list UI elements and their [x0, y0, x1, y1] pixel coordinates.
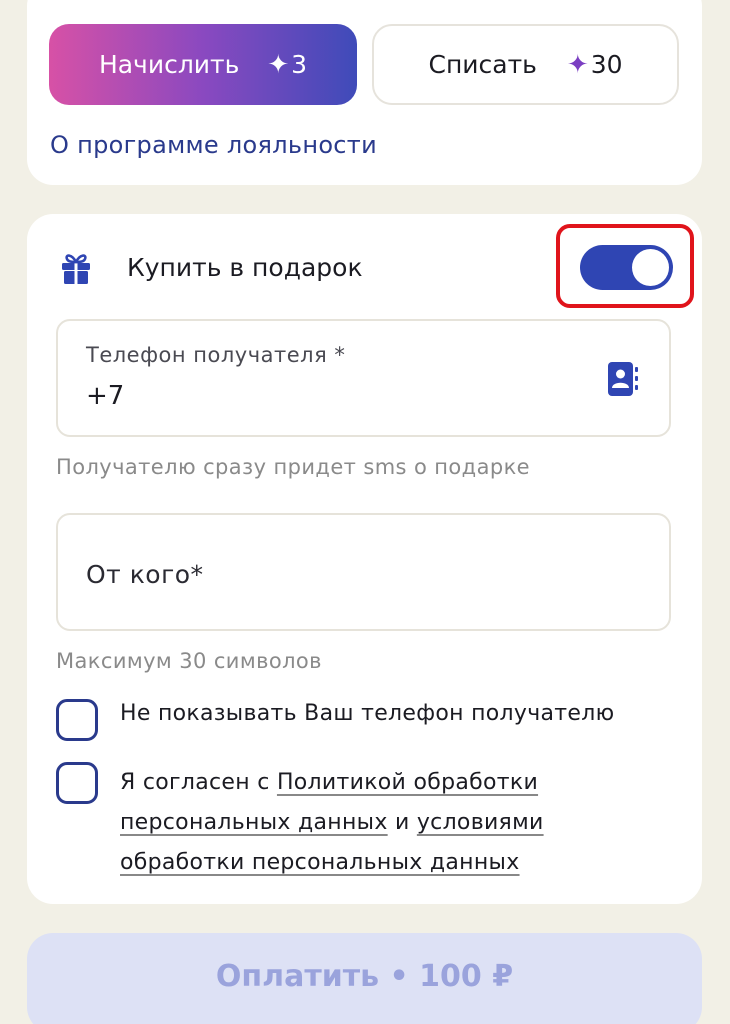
accrue-points: ✦ 3 — [267, 50, 307, 80]
accrue-points-button[interactable]: Начислить ✦ 3 — [49, 24, 357, 105]
consent-checkbox[interactable] — [56, 762, 98, 804]
gift-icon — [62, 254, 90, 284]
hide-phone-label: Не показывать Ваш телефон получателю — [120, 701, 615, 726]
accrue-label: Начислить — [98, 50, 240, 79]
gift-toggle-label: Купить в подарок — [127, 253, 363, 282]
consent-and: и — [394, 810, 410, 835]
recipient-phone-field[interactable]: Телефон получателя * +7 — [56, 319, 671, 437]
contacts-icon[interactable] — [607, 361, 639, 397]
sender-name-field[interactable]: От кого* — [56, 513, 671, 631]
checkout-page: Начислить ✦ 3 Списать ✦ 30 О программе л… — [0, 0, 730, 1024]
consent-prefix: Я согласен с — [120, 770, 270, 795]
star-icon: ✦ — [566, 49, 589, 80]
consent-label: Я согласен с Политикой обработки персона… — [120, 763, 640, 883]
loyalty-program-link[interactable]: О программе лояльности — [50, 131, 377, 159]
hide-phone-checkbox[interactable] — [56, 699, 98, 741]
writeoff-points: ✦ 30 — [567, 50, 623, 80]
highlight-annotation — [556, 224, 694, 308]
writeoff-points-button[interactable]: Списать ✦ 30 — [372, 24, 679, 105]
star-icon: ✦ — [267, 49, 290, 80]
pay-button[interactable]: Оплатить • 100 ₽ — [27, 933, 702, 1024]
phone-field-label: Телефон получателя * — [86, 343, 346, 367]
writeoff-label: Списать — [428, 50, 537, 79]
writeoff-points-value: 30 — [590, 50, 623, 79]
sender-name-placeholder: От кого* — [86, 560, 204, 589]
sender-name-hint: Максимум 30 символов — [56, 649, 322, 673]
accrue-points-value: 3 — [291, 50, 308, 79]
phone-field-value: +7 — [86, 381, 125, 411]
phone-hint: Получателю сразу придет sms о подарке — [56, 455, 531, 479]
